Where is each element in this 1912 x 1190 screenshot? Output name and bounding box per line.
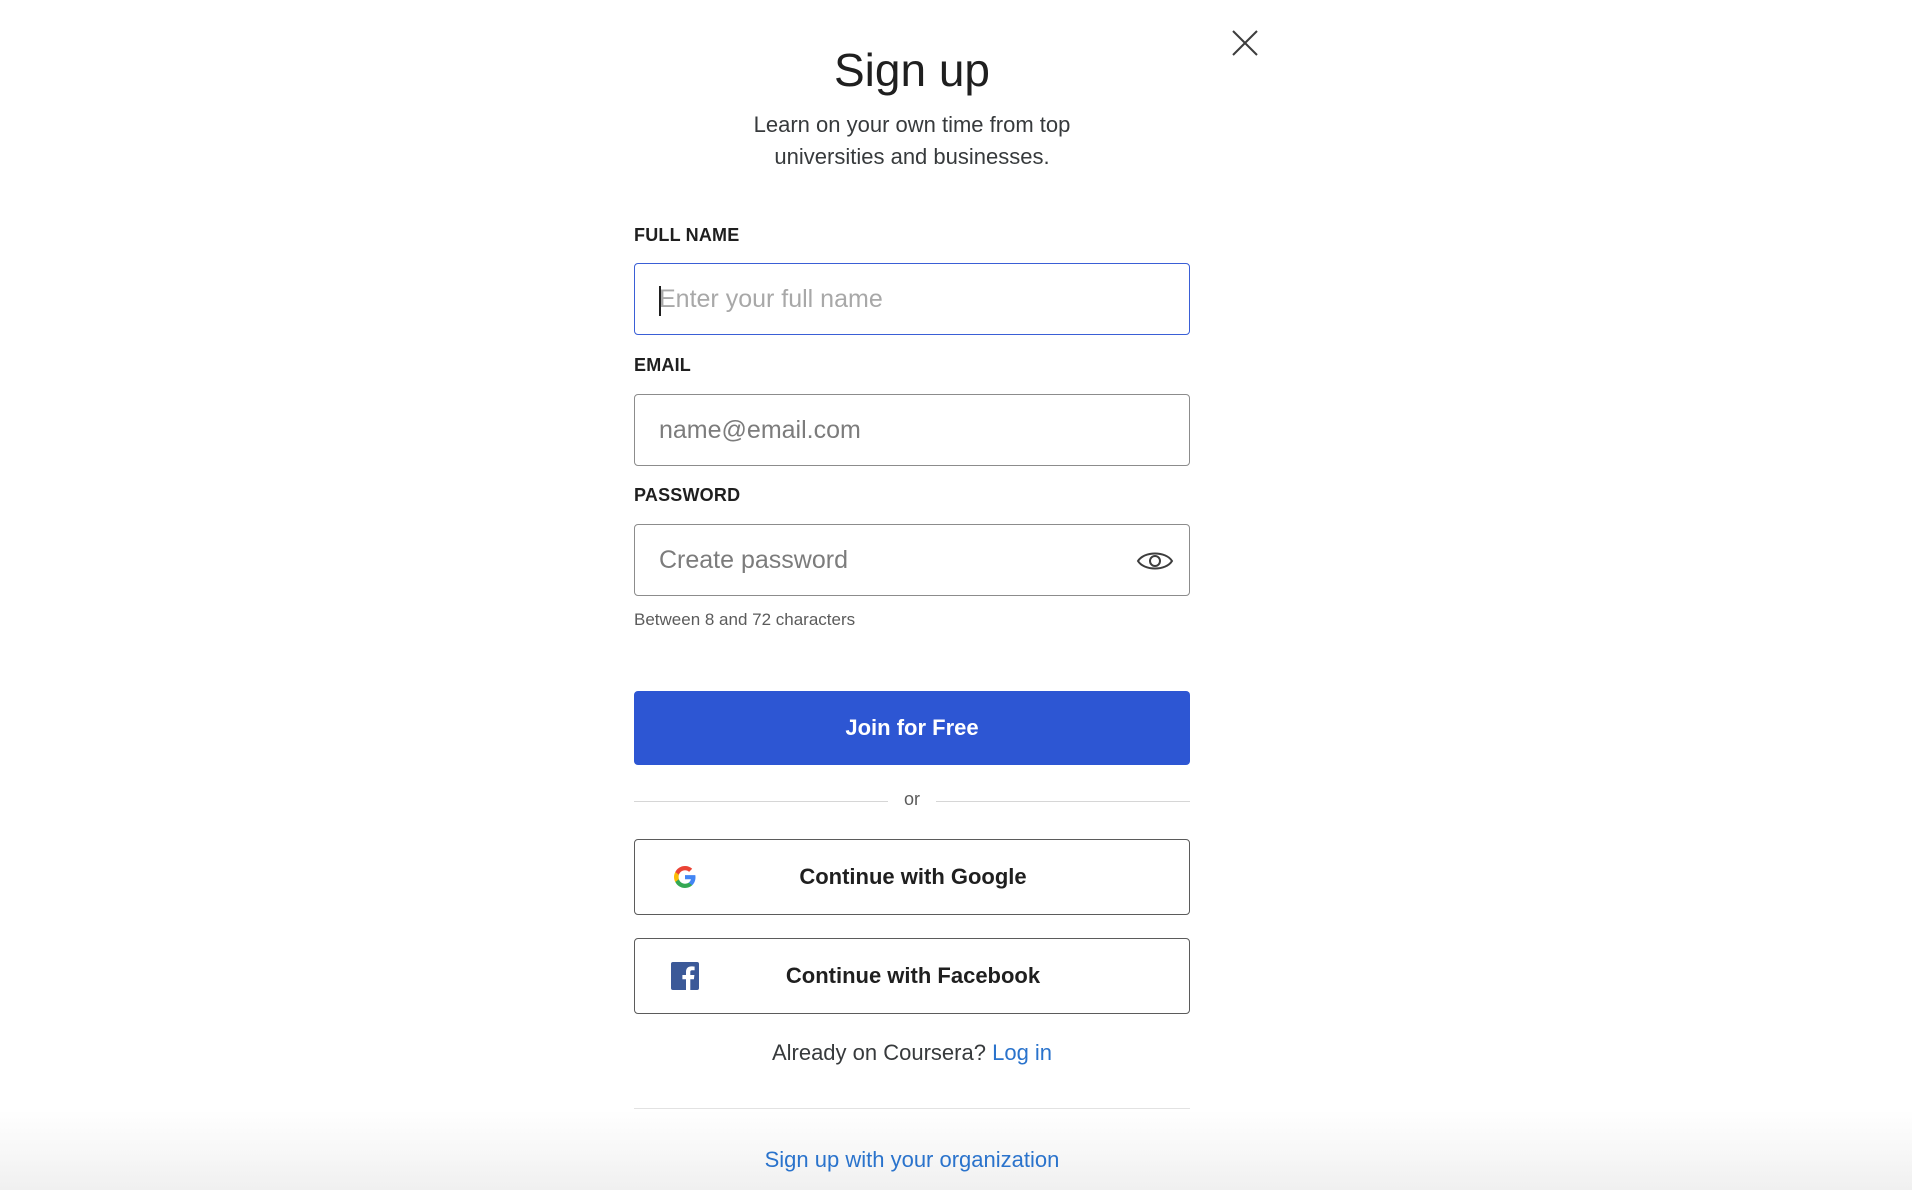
password-input[interactable] bbox=[659, 525, 1119, 595]
close-icon bbox=[1232, 30, 1258, 56]
facebook-button-label: Continue with Facebook bbox=[785, 963, 1041, 988]
continue-with-facebook-button[interactable]: Continue with Facebook bbox=[634, 938, 1190, 1014]
signup-with-organization-link[interactable]: Sign up with your organization bbox=[634, 1147, 1190, 1173]
join-for-free-button[interactable]: Join for Free bbox=[634, 691, 1190, 765]
google-button-label: Continue with Google bbox=[799, 864, 1027, 889]
login-prompt-text: Already on Coursera? bbox=[771, 1040, 986, 1065]
email-input[interactable] bbox=[659, 395, 1119, 465]
continue-with-google-button[interactable]: Continue with Google bbox=[634, 839, 1190, 915]
footer-divider bbox=[634, 1108, 1190, 1109]
divider-left bbox=[634, 801, 888, 802]
email-field[interactable] bbox=[634, 394, 1190, 466]
signup-dialog: Sign up Learn on your own time from top … bbox=[0, 0, 1912, 1190]
page-subtitle: Learn on your own time from top universi… bbox=[753, 112, 1071, 169]
login-link[interactable]: Log in bbox=[992, 1040, 1052, 1065]
full-name-label: FULL NAME bbox=[634, 225, 740, 245]
password-label: PASSWORD bbox=[634, 485, 741, 505]
login-prompt-row: Already on Coursera? Log in bbox=[634, 1040, 1190, 1066]
divider-or: or bbox=[903, 789, 920, 809]
password-field[interactable] bbox=[634, 524, 1190, 596]
full-name-field[interactable] bbox=[634, 263, 1190, 335]
text-caret bbox=[659, 286, 661, 316]
show-password-button[interactable] bbox=[1135, 543, 1175, 579]
password-hint: Between 8 and 72 characters bbox=[634, 610, 856, 629]
close-button[interactable] bbox=[1228, 26, 1262, 60]
email-label: EMAIL bbox=[634, 355, 691, 375]
divider-right bbox=[936, 801, 1190, 802]
page-title: Sign up bbox=[833, 44, 990, 96]
full-name-input[interactable] bbox=[659, 264, 1119, 334]
eye-icon bbox=[1136, 552, 1174, 570]
